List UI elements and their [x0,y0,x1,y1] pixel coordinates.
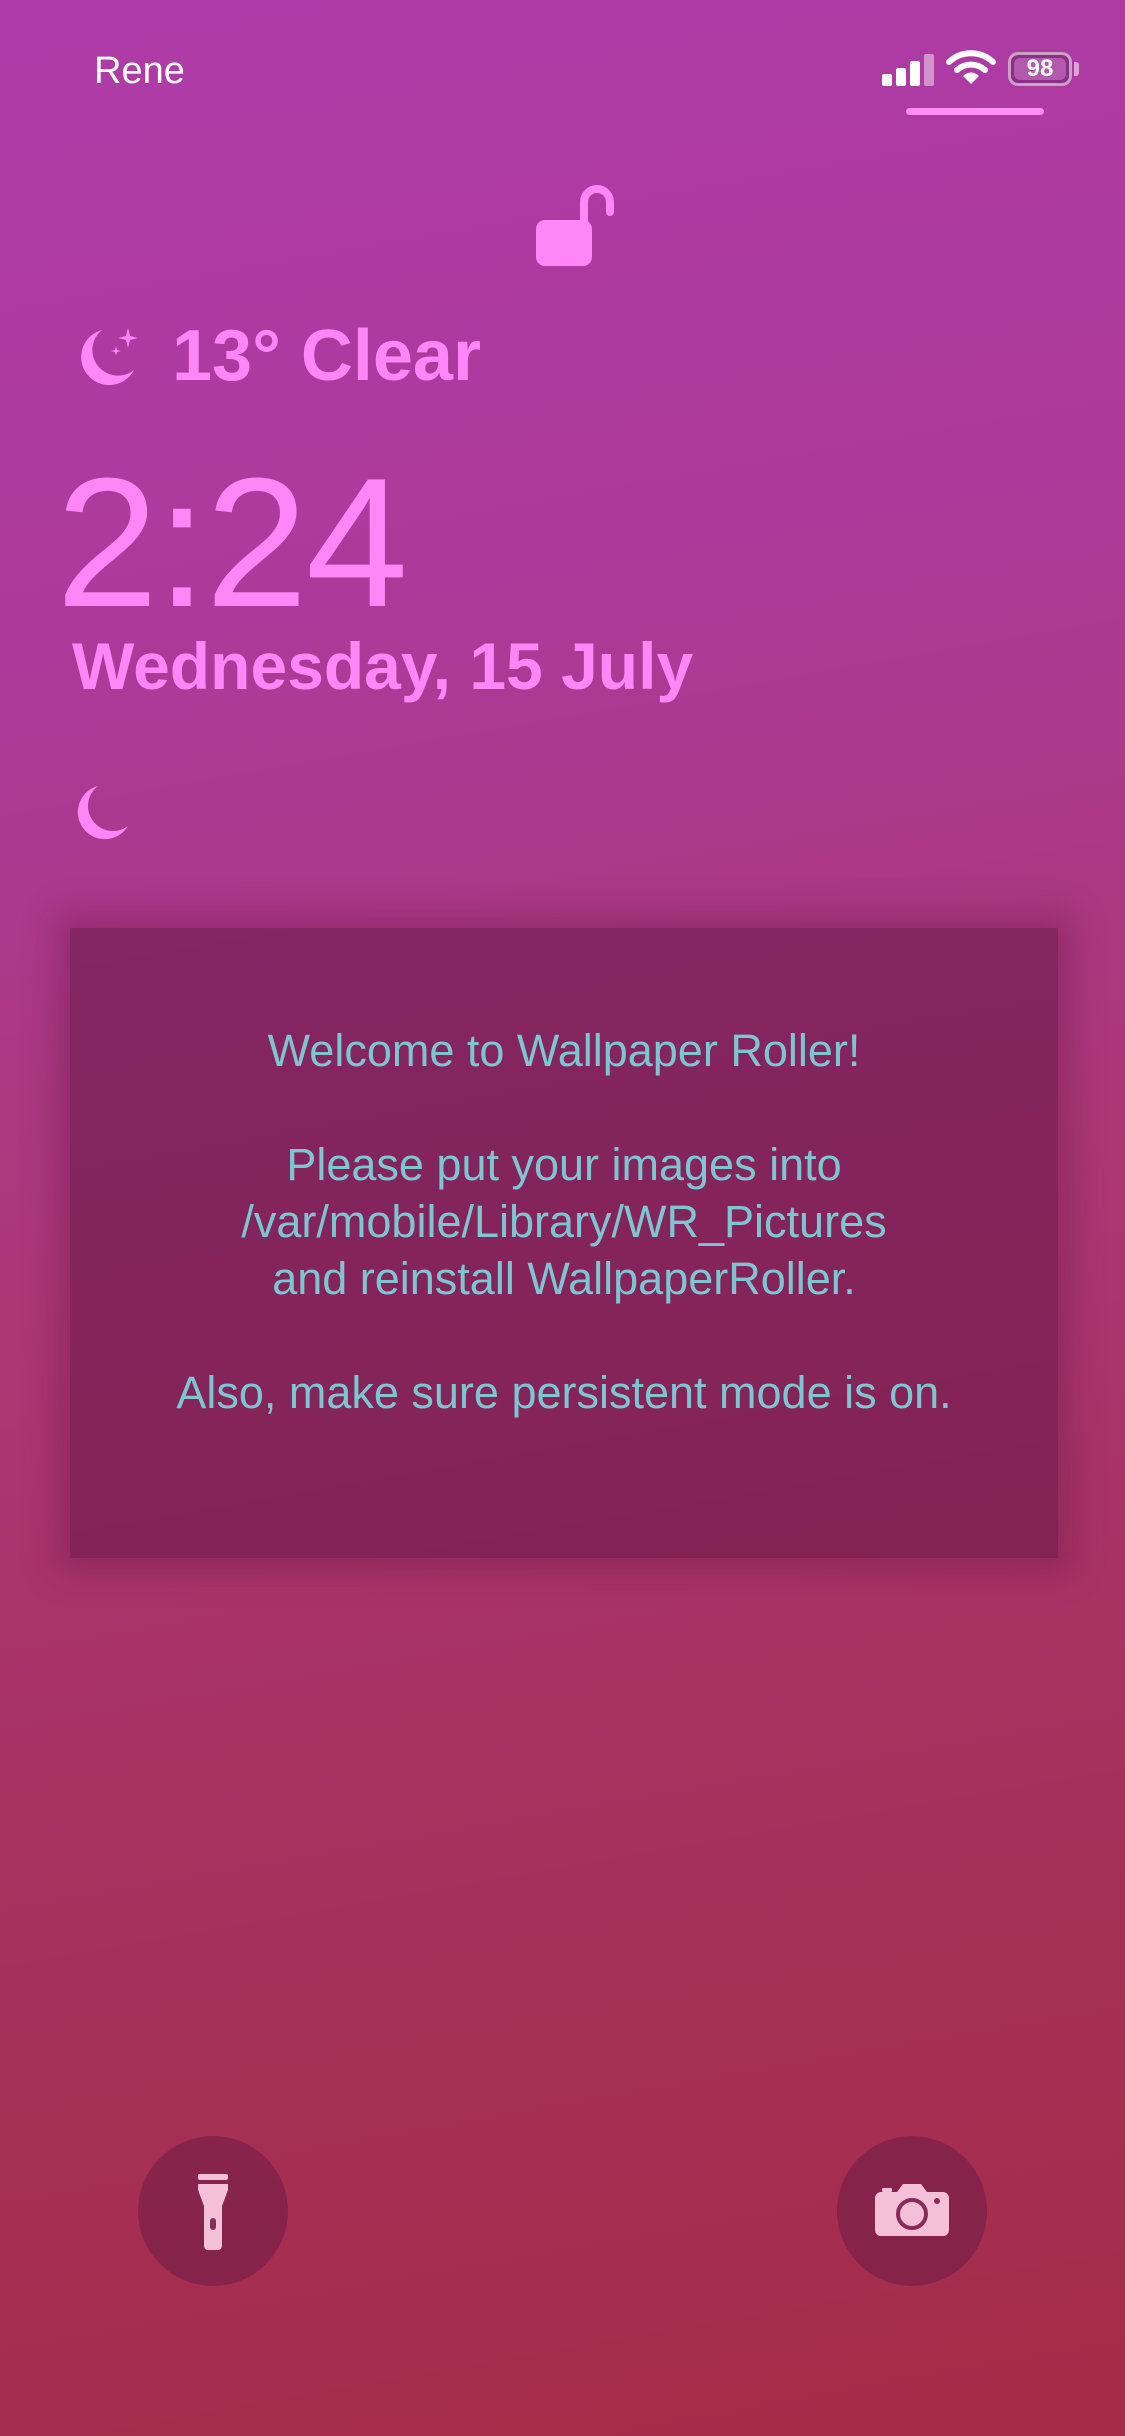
lock-screen-date: Wednesday, 15 July [72,629,694,703]
unlocked-padlock-icon [534,178,620,268]
message-text: Welcome to Wallpaper Roller! Please put … [70,1022,1058,1421]
moon-icon [72,782,132,844]
weather-summary[interactable]: 13° Clear [172,316,481,396]
lock-screen-time: 2:24 [56,439,408,645]
wifi-icon [946,50,996,86]
moon-stars-icon [72,324,144,390]
flashlight-icon [198,2174,228,2250]
signal-icon [882,52,936,86]
battery-tip [1074,62,1079,76]
camera-button[interactable] [837,2136,987,2286]
wallpaper-roller-message-panel: Welcome to Wallpaper Roller! Please put … [70,928,1058,1558]
control-center-indicator[interactable] [906,108,1044,115]
message-line-welcome: Welcome to Wallpaper Roller! [267,1025,861,1076]
message-line-reinstall: and reinstall WallpaperRoller. [272,1253,856,1304]
message-line-instructions: Please put your images into [286,1139,842,1190]
camera-icon [875,2184,949,2236]
message-line-persistent: Also, make sure persistent mode is on. [176,1367,952,1418]
carrier-name: Rene [94,50,185,92]
battery-icon: 98 [1008,52,1072,86]
flashlight-button[interactable] [138,2136,288,2286]
battery-level: 98 [1026,55,1054,82]
message-line-path: /var/mobile/Library/WR_Pictures [241,1196,887,1247]
